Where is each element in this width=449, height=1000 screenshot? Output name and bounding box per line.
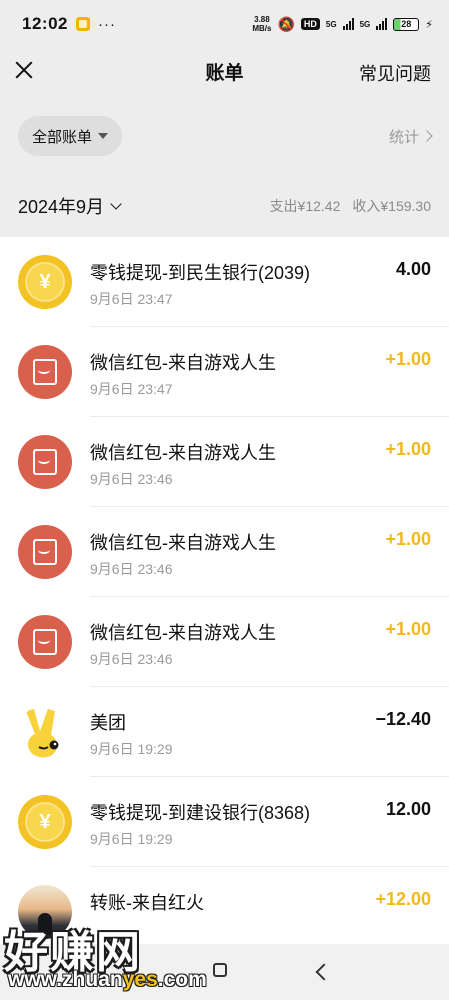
transaction-date: 9月6日 23:47 xyxy=(90,381,173,397)
page-title: 账单 xyxy=(205,62,244,84)
signal2-label: 5G xyxy=(359,19,371,29)
transaction-amount: −12.40 xyxy=(375,709,431,729)
transaction-title: 零钱提现-到建设银行(8368) xyxy=(90,803,311,823)
transaction-title: 微信红包-来自游戏人生 xyxy=(90,533,276,553)
coin-icon: ¥ xyxy=(18,795,72,849)
caret-down-icon xyxy=(98,133,109,139)
net-speed-value: 3.88 xyxy=(254,15,270,24)
status-right: 3.88 MB/s 🔕 HD 5G 5G 28 ⚡ xyxy=(252,15,433,33)
transaction-title: 零钱提现-到民生银行(2039) xyxy=(90,263,311,283)
month-income: 收入¥159.30 xyxy=(352,198,431,214)
transaction-amount: +1.00 xyxy=(385,349,431,369)
transaction-date: 9月6日 19:29 xyxy=(90,741,173,757)
transaction-title: 微信红包-来自游戏人生 xyxy=(90,623,276,643)
transaction-row[interactable]: ¥ 零钱提现-到民生银行(2039) 9月6日 23:47 4.00 xyxy=(0,237,449,327)
transaction-list: ¥ 零钱提现-到民生银行(2039) 9月6日 23:47 4.00 微信红包-… xyxy=(0,237,449,1000)
watermark-url: www.zhuanyes.com xyxy=(8,968,207,992)
red-packet-icon xyxy=(18,345,72,399)
month-summary: 支出¥12.42 收入¥159.30 xyxy=(270,196,431,216)
month-picker[interactable]: 2024年9月 xyxy=(18,193,122,219)
transaction-amount: +1.00 xyxy=(385,439,431,459)
screen: 12:02 ··· 3.88 MB/s 🔕 HD 5G 5G 28 ⚡ 账单 常… xyxy=(0,0,449,1000)
battery-icon: 28 xyxy=(393,17,420,31)
meituan-logo-icon xyxy=(18,705,72,759)
faq-link[interactable]: 常见问题 xyxy=(359,60,431,86)
chevron-down-icon xyxy=(110,197,122,210)
signal1-label: 5G xyxy=(325,19,337,29)
transaction-date: 9月6日 23:46 xyxy=(90,471,173,487)
transaction-amount: 4.00 xyxy=(395,259,431,279)
stats-link[interactable]: 统计 xyxy=(388,126,433,147)
transaction-row[interactable]: ¥ 零钱提现-到建设银行(8368) 9月6日 19:29 12.00 xyxy=(0,777,449,867)
status-time: 12:02 xyxy=(22,14,68,33)
hd-badge: HD xyxy=(300,18,320,30)
bill-type-filter[interactable]: 全部账单 xyxy=(18,116,123,156)
chevron-right-icon xyxy=(421,130,433,142)
transaction-row[interactable]: 微信红包-来自游戏人生 9月6日 23:47 +1.00 xyxy=(0,327,449,417)
transaction-row[interactable]: 微信红包-来自游戏人生 9月6日 23:46 +1.00 xyxy=(0,507,449,597)
transaction-row[interactable]: 微信红包-来自游戏人生 9月6日 23:46 +1.00 xyxy=(0,597,449,687)
transaction-amount: +1.00 xyxy=(385,529,431,549)
transaction-date: 9月6日 23:46 xyxy=(90,561,173,577)
watermark-url-accent: yes xyxy=(122,968,158,991)
close-icon[interactable] xyxy=(12,58,36,82)
more-notifications-icon: ··· xyxy=(97,15,116,33)
mute-icon: 🔕 xyxy=(277,15,295,32)
signal-icon-2 xyxy=(376,18,388,30)
bill-type-label: 全部账单 xyxy=(32,128,93,146)
transaction-date: 9月6日 23:47 xyxy=(90,291,173,307)
transaction-amount: +1.00 xyxy=(385,619,431,639)
month-label: 2024年9月 xyxy=(18,197,105,217)
red-packet-icon xyxy=(18,615,72,669)
net-speed: 3.88 MB/s xyxy=(252,15,271,33)
stats-label: 统计 xyxy=(388,128,419,146)
charging-icon: ⚡ xyxy=(425,18,433,31)
net-speed-unit: MB/s xyxy=(252,24,272,33)
red-packet-icon xyxy=(18,435,72,489)
status-left: 12:02 ··· xyxy=(22,14,116,34)
watermark-url-suffix: .com xyxy=(157,968,207,991)
transaction-title: 美团 xyxy=(90,713,126,733)
app-notification-icon xyxy=(75,17,90,31)
month-row: 2024年9月 支出¥12.42 收入¥159.30 xyxy=(0,180,449,232)
watermark-url-prefix: www.zhuan xyxy=(8,968,123,991)
transaction-title: 微信红包-来自游戏人生 xyxy=(90,353,276,373)
transaction-date: 9月6日 23:46 xyxy=(90,651,173,667)
transaction-amount: 12.00 xyxy=(385,799,431,819)
watermark: 好赚网 www.zhuanyes.com xyxy=(0,912,260,1000)
transaction-row[interactable]: 美团 9月6日 19:29 −12.40 xyxy=(0,687,449,777)
nav-bar: 账单 常见问题 xyxy=(0,48,449,94)
filter-row: 全部账单 统计 xyxy=(0,116,449,156)
status-bar: 12:02 ··· 3.88 MB/s 🔕 HD 5G 5G 28 ⚡ xyxy=(0,0,449,48)
transaction-date: 9月6日 19:29 xyxy=(90,831,173,847)
coin-icon: ¥ xyxy=(18,255,72,309)
transaction-row[interactable]: 微信红包-来自游戏人生 9月6日 23:46 +1.00 xyxy=(0,417,449,507)
signal-icon xyxy=(342,18,354,30)
red-packet-icon xyxy=(18,525,72,579)
month-expense: 支出¥12.42 xyxy=(269,198,341,214)
transaction-title: 微信红包-来自游戏人生 xyxy=(90,443,276,463)
back-icon[interactable] xyxy=(315,963,333,981)
transaction-amount: +12.00 xyxy=(375,889,431,909)
